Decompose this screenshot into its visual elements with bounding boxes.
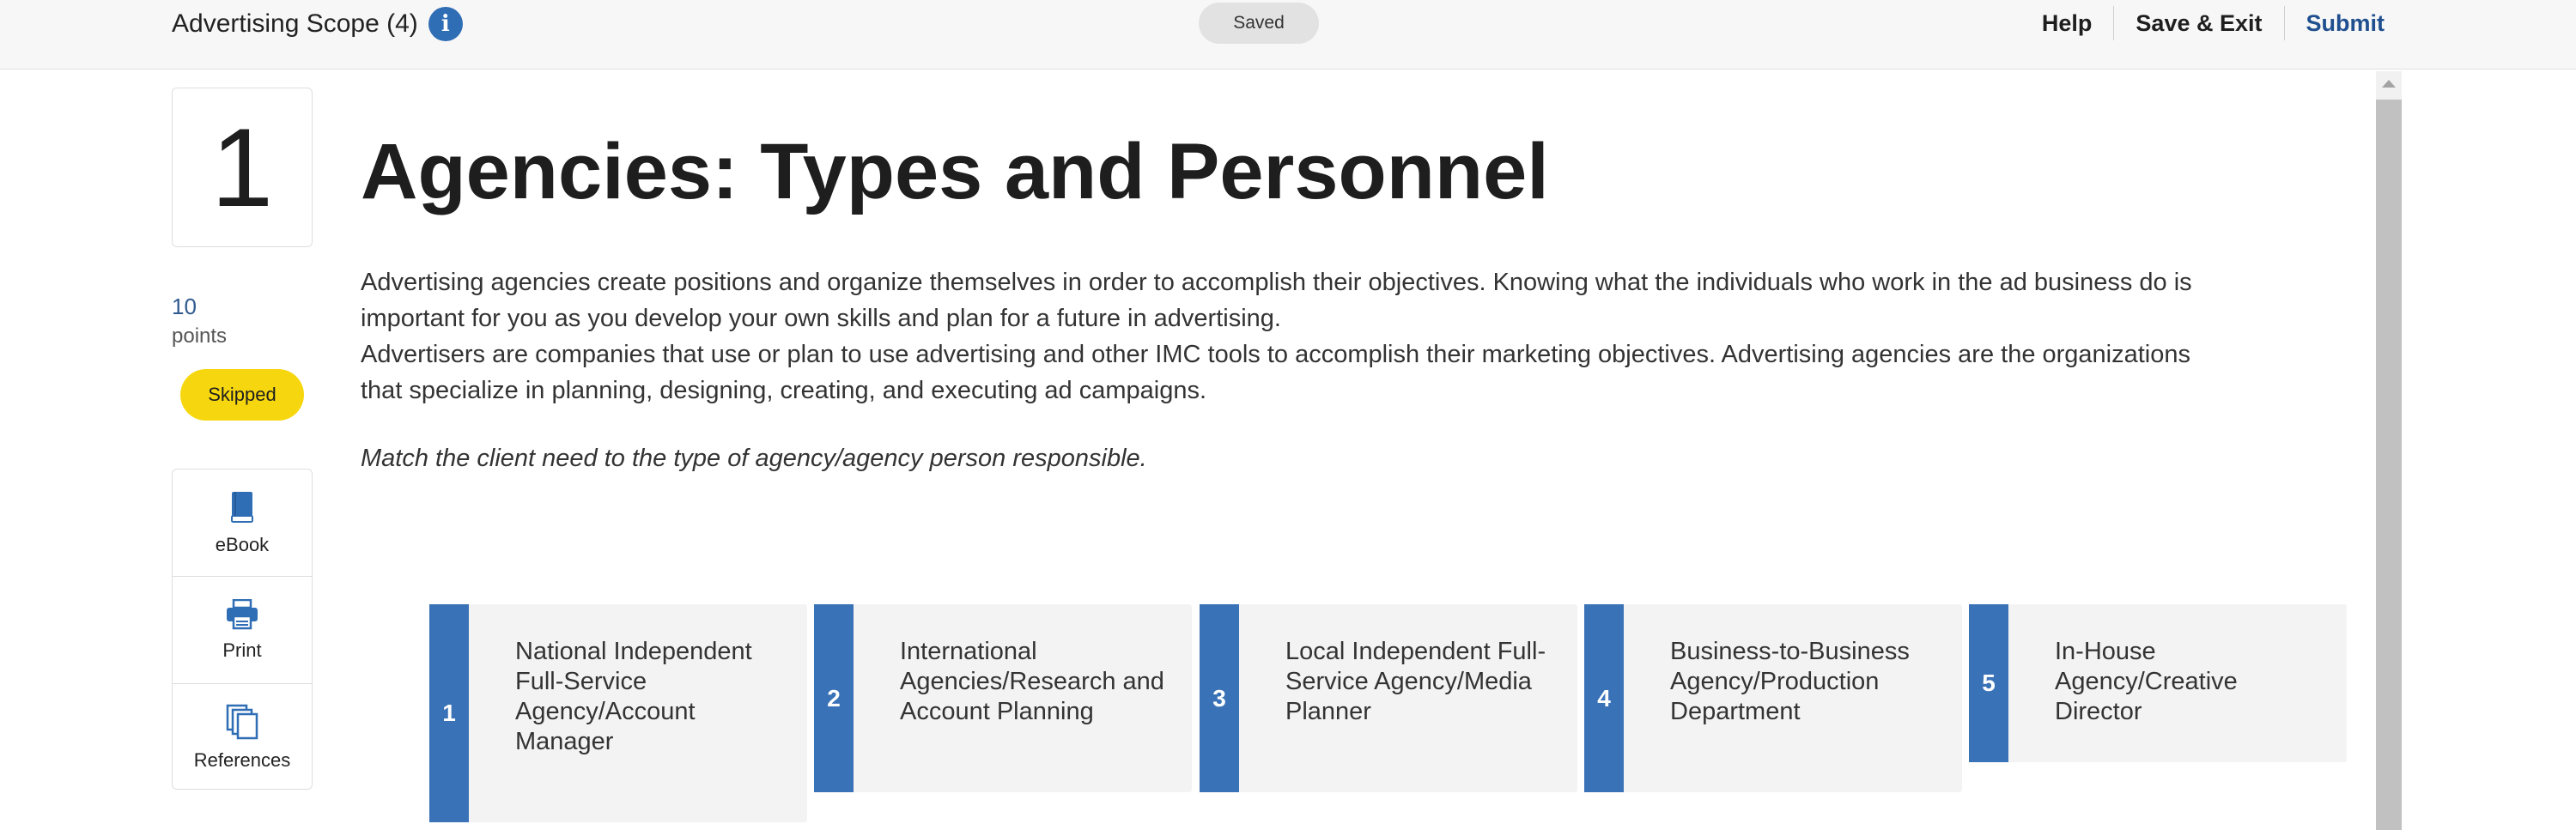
question-title: Agencies: Types and Personnel: [361, 128, 1549, 215]
question-intro: Advertising agencies create positions an…: [361, 264, 2233, 409]
points-value: 10: [172, 294, 197, 319]
match-option-card[interactable]: 5 In-House Agency/Creative Director: [1969, 604, 2347, 762]
book-icon: [229, 490, 255, 529]
assignment-title: Advertising Scope (4): [172, 9, 418, 38]
option-text: In-House Agency/Creative Director: [2055, 638, 2238, 725]
top-bar: Advertising Scope (4) i Saved Help Save …: [0, 0, 2576, 70]
points-label: points: [172, 324, 228, 348]
intro-paragraph: Advertisers are companies that use or pl…: [361, 341, 2191, 404]
assignment-title-group: Advertising Scope (4) i: [172, 7, 463, 41]
option-text: Business-to-Business Agency/Production D…: [1670, 638, 1910, 725]
scroll-thumb[interactable]: [2376, 100, 2402, 830]
info-icon[interactable]: i: [428, 7, 463, 41]
intro-paragraph: Advertising agencies create positions an…: [361, 269, 2192, 332]
option-number: 5: [1969, 604, 2008, 762]
ebook-button[interactable]: eBook: [173, 470, 312, 577]
option-text: International Agencies/Research and Acco…: [900, 638, 1164, 725]
print-button[interactable]: Print: [173, 577, 312, 684]
option-text: National Independent Full-Service Agency…: [515, 638, 752, 755]
skipped-badge: Skipped: [180, 369, 304, 421]
option-number: 1: [429, 604, 469, 822]
match-option-card[interactable]: 4 Business-to-Business Agency/Production…: [1584, 604, 1962, 792]
scroll-up-arrow-icon[interactable]: [2382, 80, 2396, 88]
top-nav-links: Help Save & Exit Submit: [2020, 0, 2385, 46]
printer-icon: [225, 598, 259, 634]
question-instruction: Match the client need to the type of age…: [361, 445, 1147, 472]
option-number: 4: [1584, 604, 1624, 792]
match-option-card[interactable]: 1 National Independent Full-Service Agen…: [429, 604, 807, 822]
question-number: 1: [172, 88, 313, 247]
references-button[interactable]: References: [173, 684, 312, 791]
tools-panel: eBook Print References: [172, 469, 313, 790]
save-exit-link[interactable]: Save & Exit: [2114, 10, 2283, 37]
documents-icon: [226, 704, 258, 744]
vertical-scrollbar[interactable]: [2376, 71, 2402, 830]
option-text: Local Independent Full-Service Agency/Me…: [1285, 638, 1546, 725]
saved-status-badge: Saved: [1199, 3, 1319, 44]
print-label: Print: [222, 639, 262, 661]
references-label: References: [193, 748, 291, 771]
option-number: 2: [814, 604, 854, 792]
option-number: 3: [1200, 604, 1239, 792]
match-option-card[interactable]: 3 Local Independent Full-Service Agency/…: [1200, 604, 1577, 792]
help-link[interactable]: Help: [2020, 10, 2114, 37]
ebook-label: eBook: [215, 533, 270, 555]
submit-link[interactable]: Submit: [2285, 10, 2385, 37]
match-option-card[interactable]: 2 International Agencies/Research and Ac…: [814, 604, 1192, 792]
